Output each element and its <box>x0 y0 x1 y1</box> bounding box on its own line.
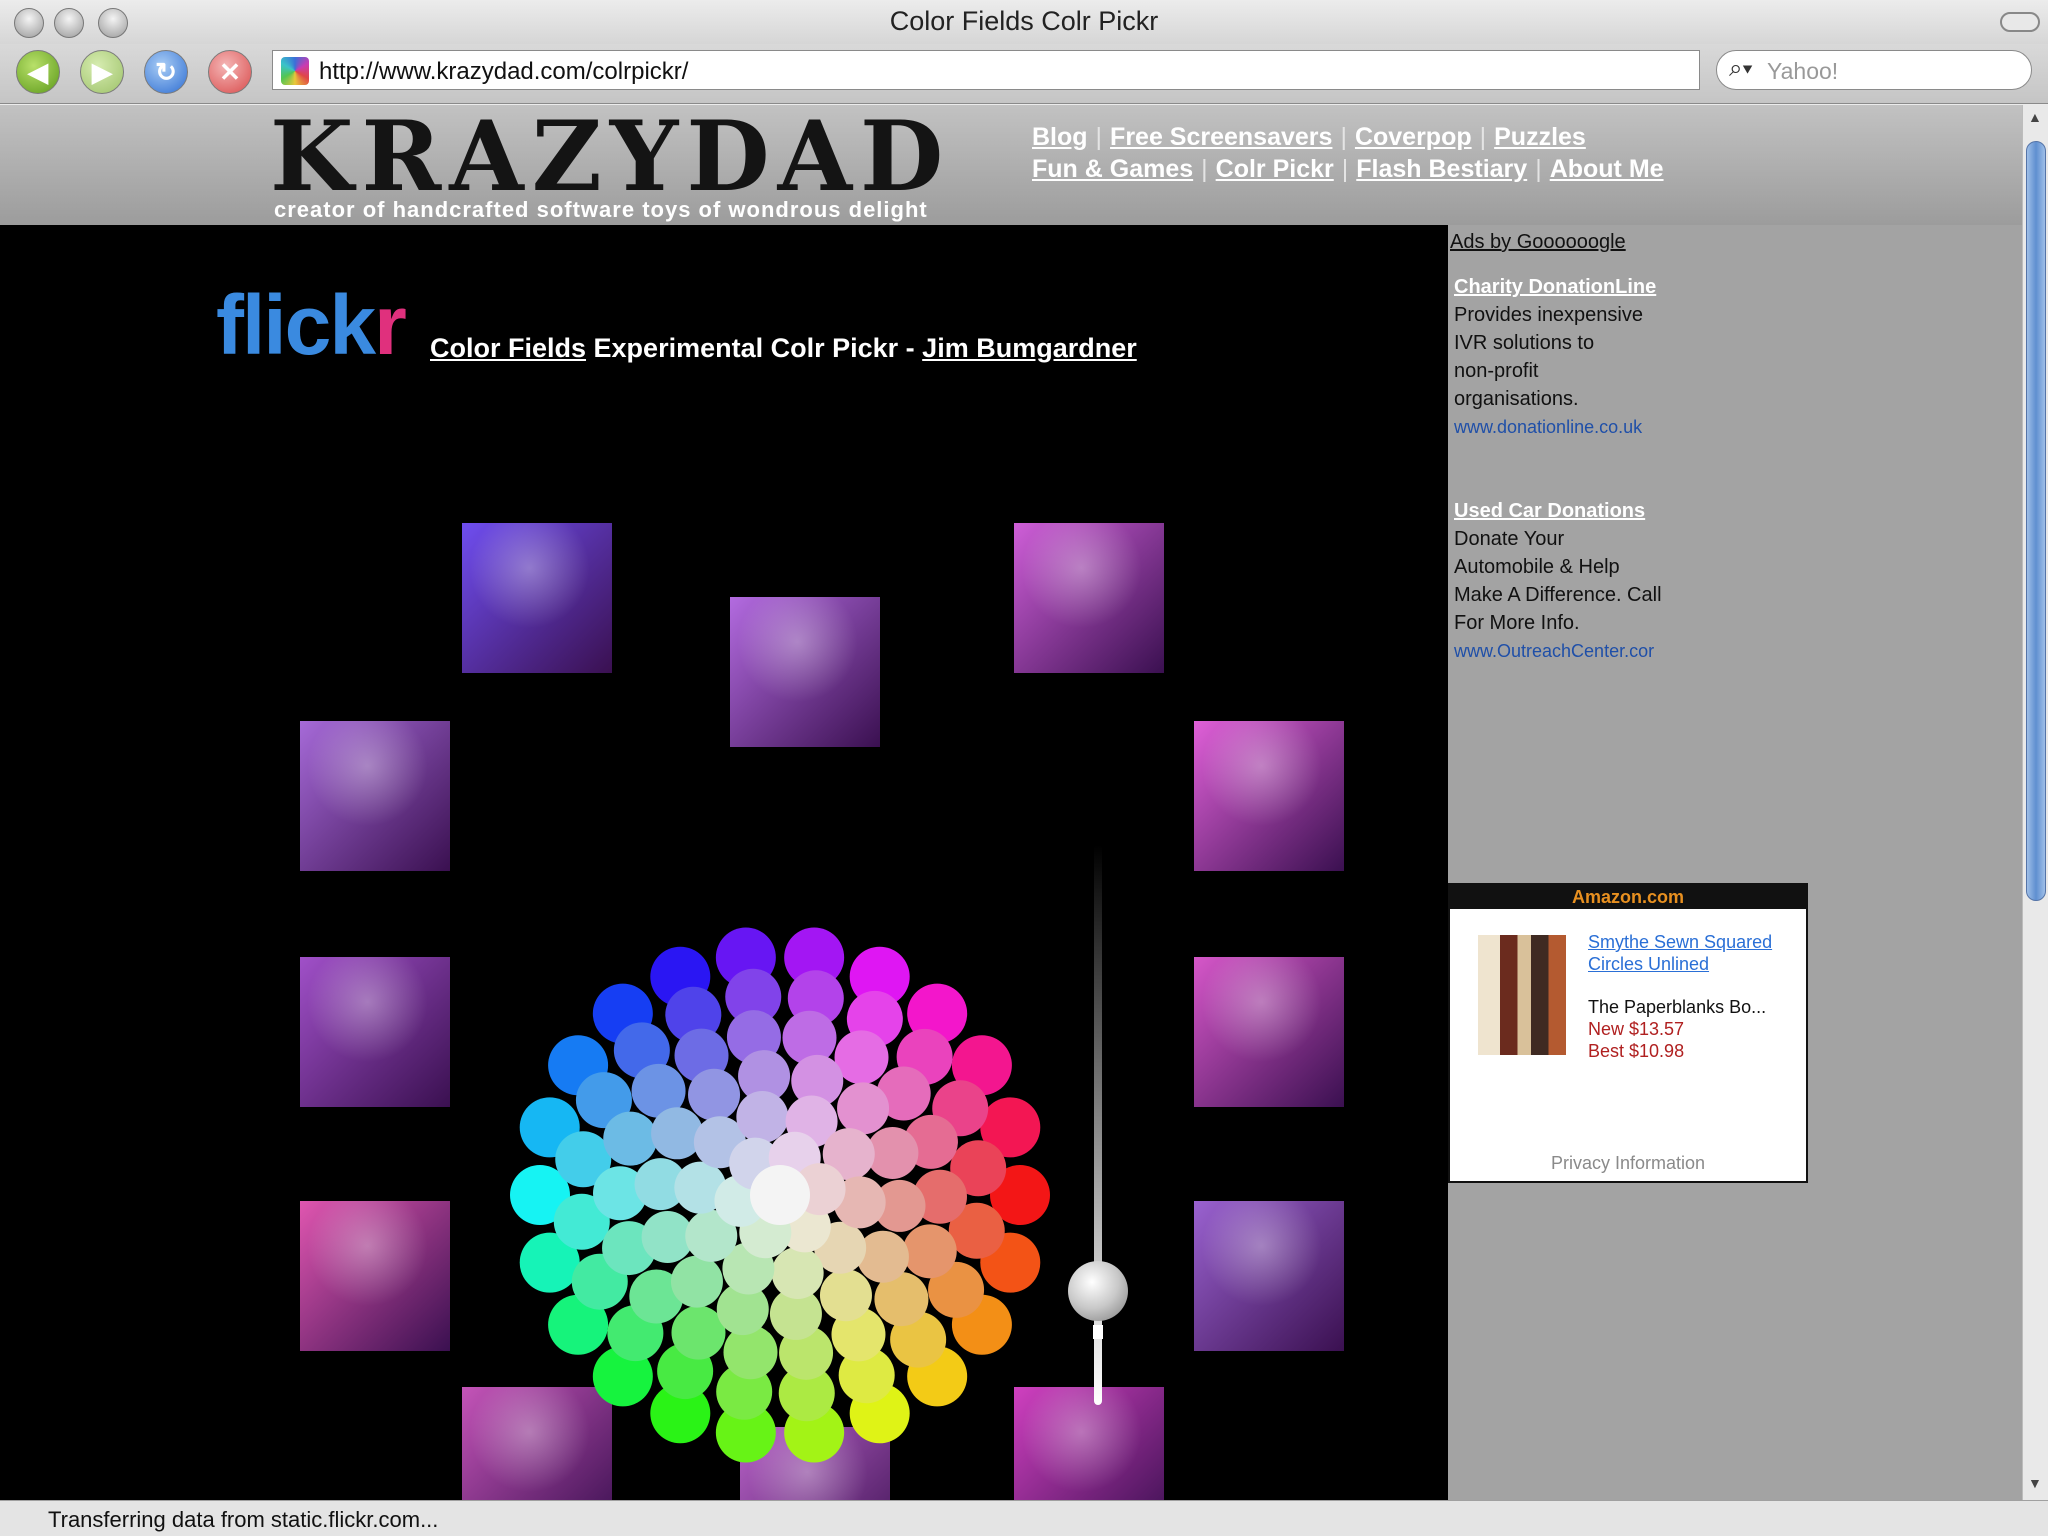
url-text: http://www.krazydad.com/colrpickr/ <box>319 58 689 85</box>
scroll-thumb[interactable] <box>2026 141 2046 901</box>
forward-button[interactable]: ▶ <box>80 50 124 94</box>
reload-button[interactable]: ↻ <box>144 50 188 94</box>
ad-title-link[interactable]: Charity DonationLine <box>1454 273 1754 301</box>
color-fields-link[interactable]: Color Fields <box>430 333 586 363</box>
color-dot[interactable] <box>837 1082 890 1135</box>
forward-arrow-icon: ▶ <box>92 56 112 87</box>
amazon-best-price: Best $10.98 <box>1588 1041 1685 1061</box>
book-cover-image[interactable] <box>1478 935 1566 1055</box>
photo-thumbnail[interactable] <box>300 1201 450 1351</box>
amazon-header: Amazon.com <box>1450 885 1806 909</box>
amazon-new-price: New $13.57 <box>1588 1019 1685 1039</box>
ad-url-link[interactable]: www.OutreachCenter.cor <box>1454 637 1754 665</box>
nav-coverpop[interactable]: Coverpop <box>1355 123 1472 151</box>
brightness-slider-marker <box>1093 1325 1103 1339</box>
photo-thumbnail[interactable] <box>730 597 880 747</box>
web-page: KRAZYDAD creator of handcrafted software… <box>0 105 2022 1500</box>
site-tagline: creator of handcrafted software toys of … <box>274 197 928 222</box>
color-dot[interactable] <box>651 1107 704 1160</box>
ad-used-car-donations: Used Car Donations Donate Your Automobil… <box>1454 497 1754 665</box>
toolbar-toggle-button[interactable] <box>2000 12 2040 32</box>
back-button[interactable]: ◀ <box>16 50 60 94</box>
nav-free-screensavers[interactable]: Free Screensavers <box>1110 123 1332 151</box>
amazon-privacy-link[interactable]: Privacy Information <box>1450 1153 1806 1174</box>
search-input[interactable]: ⌕▾ Yahoo! <box>1716 50 2032 90</box>
amazon-product-link[interactable]: Smythe Sewn Squared Circles Unlined <box>1588 931 1788 975</box>
nav-blog[interactable]: Blog <box>1032 123 1088 151</box>
site-header: KRAZYDAD creator of handcrafted software… <box>0 105 2022 225</box>
search-placeholder: Yahoo! <box>1767 58 1839 84</box>
window-title: Color Fields Colr Pickr <box>889 6 1159 36</box>
author-link[interactable]: Jim Bumgardner <box>922 333 1137 363</box>
ad-charity-donationline: Charity DonationLine Provides inexpensiv… <box>1454 273 1754 441</box>
nav-flash-bestiary[interactable]: Flash Bestiary <box>1356 155 1527 183</box>
nav-about-me[interactable]: About Me <box>1550 155 1664 183</box>
colr-pickr-app: flickr Color Fields Experimental Colr Pi… <box>0 225 1448 1500</box>
color-dot[interactable] <box>736 1090 789 1143</box>
site-nav: Blog | Free Screensavers | Coverpop | Puzzles … <box>1032 123 1664 183</box>
nav-fun-games[interactable]: Fun & Games <box>1032 155 1193 183</box>
stop-button[interactable]: ✕ <box>208 50 252 94</box>
color-dot[interactable] <box>902 1224 957 1279</box>
color-dot[interactable] <box>670 1255 723 1308</box>
nav-colr-pickr[interactable]: Colr Pickr <box>1216 155 1334 183</box>
photo-thumbnail[interactable] <box>1014 523 1164 673</box>
color-dot[interactable] <box>771 1247 824 1300</box>
site-logo[interactable]: KRAZYDAD <box>270 109 951 205</box>
back-arrow-icon: ◀ <box>28 56 48 87</box>
ad-url-link[interactable]: www.donationline.co.uk <box>1454 413 1754 441</box>
brightness-slider-knob[interactable] <box>1068 1261 1128 1321</box>
photo-thumbnail[interactable] <box>462 523 612 673</box>
color-dot[interactable] <box>819 1269 872 1322</box>
title-bar: Color Fields Colr Pickr <box>0 0 2048 44</box>
scroll-down-icon[interactable]: ▼ <box>2028 1475 2042 1491</box>
status-text: Transferring data from static.flickr.com… <box>48 1507 439 1532</box>
ads-by-link[interactable]: Ads by Goooooogle <box>1450 231 1626 254</box>
status-bar: Transferring data from static.flickr.com… <box>0 1500 2048 1536</box>
photo-thumbnail[interactable] <box>1194 721 1344 871</box>
site-favicon-icon <box>281 57 309 85</box>
scroll-up-icon[interactable]: ▲ <box>2028 109 2042 125</box>
color-dot[interactable] <box>603 1111 658 1166</box>
photo-thumbnail[interactable] <box>300 721 450 871</box>
reload-icon: ↻ <box>155 56 177 87</box>
vertical-scrollbar[interactable]: ▲ ▼ <box>2022 105 2048 1500</box>
address-bar[interactable]: http://www.krazydad.com/colrpickr/ <box>272 50 1700 90</box>
amazon-widget: Amazon.com Smythe Sewn Squared Circles U… <box>1448 883 1808 1183</box>
color-dot[interactable] <box>856 1230 909 1283</box>
brightness-slider-track[interactable] <box>1094 845 1102 1405</box>
search-icon[interactable]: ⌕▾ <box>1729 55 1753 83</box>
photo-thumbnail[interactable] <box>300 957 450 1107</box>
amazon-product-desc: The Paperblanks Bo... <box>1588 997 1767 1017</box>
app-title: Color Fields Experimental Colr Pickr - J… <box>430 333 1137 363</box>
color-wheel[interactable] <box>510 925 1050 1465</box>
nav-puzzles[interactable]: Puzzles <box>1494 123 1586 151</box>
color-dot[interactable] <box>750 1165 810 1225</box>
photo-thumbnail[interactable] <box>1194 1201 1344 1351</box>
stop-icon: ✕ <box>219 56 241 87</box>
flickr-logo: flickr <box>216 278 407 372</box>
ad-title-link[interactable]: Used Car Donations <box>1454 497 1754 525</box>
photo-thumbnail[interactable] <box>1194 957 1344 1107</box>
color-dot[interactable] <box>688 1068 741 1121</box>
